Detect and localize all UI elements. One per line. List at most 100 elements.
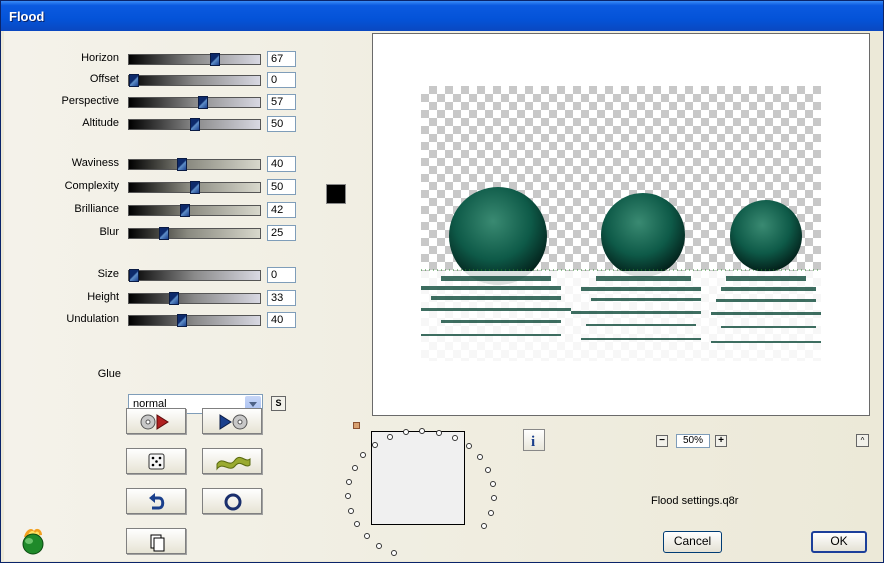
waviness-slider-thumb[interactable]: [177, 158, 187, 171]
zoom-out-button[interactable]: −: [656, 435, 668, 447]
preview-canvas: [421, 86, 821, 361]
size-value-field[interactable]: 0: [267, 267, 296, 283]
stop-button[interactable]: [202, 488, 262, 514]
horizon-value-field[interactable]: 67: [267, 51, 296, 67]
ring-dot[interactable]: [488, 510, 494, 516]
plugin-logo-icon: [22, 528, 44, 555]
glue-s-button[interactable]: S: [271, 396, 286, 411]
ring-dot[interactable]: [391, 550, 397, 556]
navigator-handle[interactable]: [353, 422, 360, 429]
altitude-slider-thumb[interactable]: [190, 118, 200, 131]
navigator-thumbnail[interactable]: [371, 431, 465, 525]
wave-button[interactable]: [202, 448, 262, 474]
offset-slider-thumb[interactable]: [129, 74, 139, 87]
ring-dot[interactable]: [477, 454, 483, 460]
ring-dot[interactable]: [436, 430, 442, 436]
window-title: Flood: [9, 9, 45, 24]
undulation-slider[interactable]: [128, 314, 261, 327]
height-value-field[interactable]: 33: [267, 290, 296, 306]
ring-dot[interactable]: [348, 508, 354, 514]
ring-dot[interactable]: [466, 443, 472, 449]
height-slider[interactable]: [128, 292, 261, 305]
brilliance-slider[interactable]: [128, 204, 261, 217]
ring-dot[interactable]: [481, 523, 487, 529]
waviness-label: Waviness: [71, 157, 119, 169]
complexity-value-field[interactable]: 50: [267, 179, 296, 195]
waviness-value-field[interactable]: 40: [267, 156, 296, 172]
ring-dot[interactable]: [345, 493, 351, 499]
offset-slider[interactable]: [128, 74, 261, 87]
perspective-slider[interactable]: [128, 96, 261, 109]
altitude-value-field[interactable]: 50: [267, 116, 296, 132]
dice-icon: [148, 453, 165, 470]
ring-dot[interactable]: [376, 543, 382, 549]
ring-dot[interactable]: [352, 465, 358, 471]
altitude-label: Altitude: [82, 117, 119, 129]
ring-dot[interactable]: [387, 434, 393, 440]
ring-dot[interactable]: [491, 495, 497, 501]
complexity-slider-thumb[interactable]: [190, 181, 200, 194]
undulation-slider-thumb[interactable]: [177, 314, 187, 327]
ring-dot[interactable]: [403, 429, 409, 435]
glue-label: Glue: [97, 368, 121, 380]
random-button[interactable]: [126, 448, 186, 474]
reset-forward-button[interactable]: [202, 408, 262, 434]
horizon-label: Horizon: [81, 52, 119, 64]
info-button[interactable]: i: [523, 429, 545, 451]
flood-dialog: Flood Horizon 67 Offset 0 Perspective 57 Altit…: [0, 0, 884, 563]
complexity-slider[interactable]: [128, 181, 261, 194]
blur-label: Blur: [99, 226, 119, 238]
complexity-label: Complexity: [64, 180, 119, 192]
ring-dot[interactable]: [360, 452, 366, 458]
zoom-in-button[interactable]: +: [715, 435, 727, 447]
horizon-slider[interactable]: [128, 53, 261, 66]
ring-dot[interactable]: [485, 467, 491, 473]
undulation-label: Undulation: [66, 313, 119, 325]
perspective-label: Perspective: [61, 95, 119, 107]
wave-icon: [216, 456, 251, 471]
copy-pages-icon: [150, 534, 165, 552]
disc-forward-icon: [140, 414, 169, 430]
ok-button[interactable]: OK: [811, 531, 867, 553]
brilliance-label: Brilliance: [74, 203, 119, 215]
ring-icon: [224, 493, 242, 511]
offset-label: Offset: [89, 73, 119, 85]
title-bar[interactable]: Flood: [1, 1, 883, 31]
color-swatch[interactable]: [326, 184, 346, 204]
waviness-slider[interactable]: [128, 158, 261, 171]
cancel-button[interactable]: Cancel: [663, 531, 722, 553]
zoom-level: 50%: [676, 434, 710, 448]
collapse-button[interactable]: ^: [856, 434, 869, 447]
altitude-slider[interactable]: [128, 118, 261, 131]
randomize-forward-button[interactable]: [126, 408, 186, 434]
size-slider[interactable]: [128, 269, 261, 282]
info-icon: i: [531, 434, 535, 450]
brilliance-slider-thumb[interactable]: [180, 204, 190, 217]
ring-dot[interactable]: [419, 428, 425, 434]
size-slider-thumb[interactable]: [129, 269, 139, 282]
perspective-value-field[interactable]: 57: [267, 94, 296, 110]
copy-button[interactable]: [126, 528, 186, 554]
blur-slider[interactable]: [128, 227, 261, 240]
blur-slider-thumb[interactable]: [159, 227, 169, 240]
horizon-slider-thumb[interactable]: [210, 53, 220, 66]
undulation-value-field[interactable]: 40: [267, 312, 296, 328]
undo-icon: [149, 493, 165, 510]
brilliance-value-field[interactable]: 42: [267, 202, 296, 218]
ring-dot[interactable]: [346, 479, 352, 485]
ring-dot[interactable]: [490, 481, 496, 487]
undo-button[interactable]: [126, 488, 186, 514]
height-slider-thumb[interactable]: [169, 292, 179, 305]
ring-dot[interactable]: [372, 442, 378, 448]
ring-dot[interactable]: [354, 521, 360, 527]
spheres-reflection: [421, 187, 821, 361]
effect-preview[interactable]: [372, 33, 870, 416]
ring-dot[interactable]: [364, 533, 370, 539]
settings-filename: Flood settings.q8r: [651, 495, 739, 507]
offset-value-field[interactable]: 0: [267, 72, 296, 88]
blur-value-field[interactable]: 25: [267, 225, 296, 241]
dialog-client: Horizon 67 Offset 0 Perspective 57 Altitude 50 W…: [4, 31, 880, 561]
perspective-slider-thumb[interactable]: [198, 96, 208, 109]
ring-dot[interactable]: [452, 435, 458, 441]
svg-text:i: i: [531, 434, 535, 450]
